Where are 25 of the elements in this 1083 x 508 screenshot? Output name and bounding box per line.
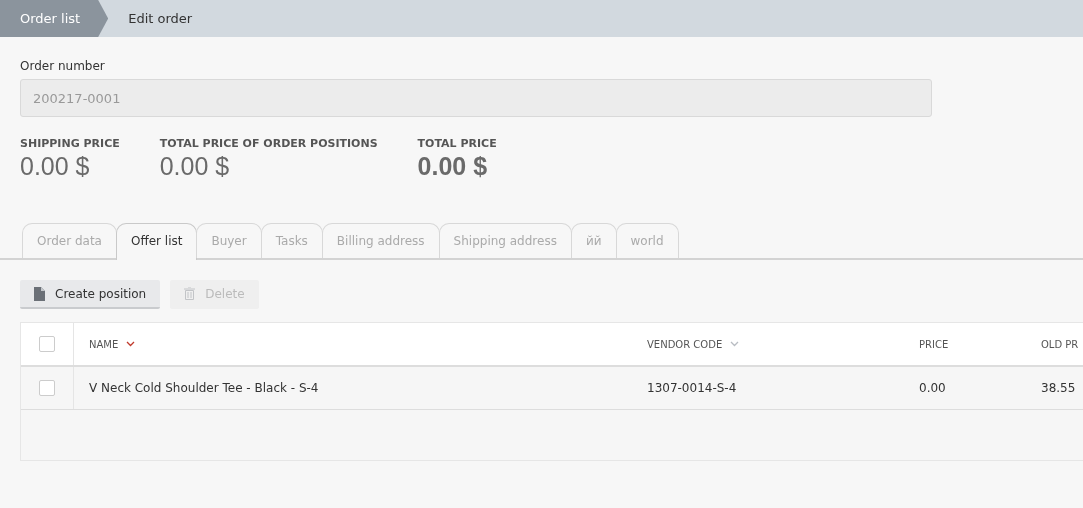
create-button[interactable]: Create position xyxy=(20,280,161,309)
tab[interactable]: world xyxy=(615,223,679,258)
column-header[interactable]: VENDOR CODE xyxy=(647,338,723,350)
column-header[interactable]: NAME xyxy=(89,338,119,350)
table-cell: 1307-0014-S-4 xyxy=(647,381,737,395)
table-cell: V Neck Cold Shoulder Tee - Black - S-4 xyxy=(89,381,319,395)
total-value: 0.00 $ xyxy=(417,152,489,181)
total-label: SHIPPING PRICE xyxy=(20,137,120,150)
table-cell: 0.00 xyxy=(919,381,946,395)
sort-caret-icon[interactable] xyxy=(126,341,136,347)
field-label: Order number xyxy=(20,59,106,73)
trash-icon xyxy=(184,287,196,300)
column-header[interactable]: OLD PR xyxy=(1041,338,1079,350)
table-cell: 38.55 xyxy=(1041,381,1076,395)
document-icon xyxy=(34,286,45,301)
checkbox[interactable] xyxy=(39,336,55,352)
checkbox[interactable] xyxy=(39,380,55,396)
column-header[interactable]: PRICE xyxy=(919,338,949,350)
total-value: 0.00 $ xyxy=(159,152,231,181)
tab[interactable]: Offer list xyxy=(115,223,198,260)
total-value: 0.00 $ xyxy=(20,152,91,181)
total-label: TOTAL PRICE OF ORDER POSITIONS xyxy=(159,137,378,150)
total-label: TOTAL PRICE xyxy=(417,137,497,150)
breadcrumb-item[interactable]: Edit order xyxy=(108,0,215,37)
breadcrumb-item[interactable]: Order list xyxy=(0,0,109,37)
